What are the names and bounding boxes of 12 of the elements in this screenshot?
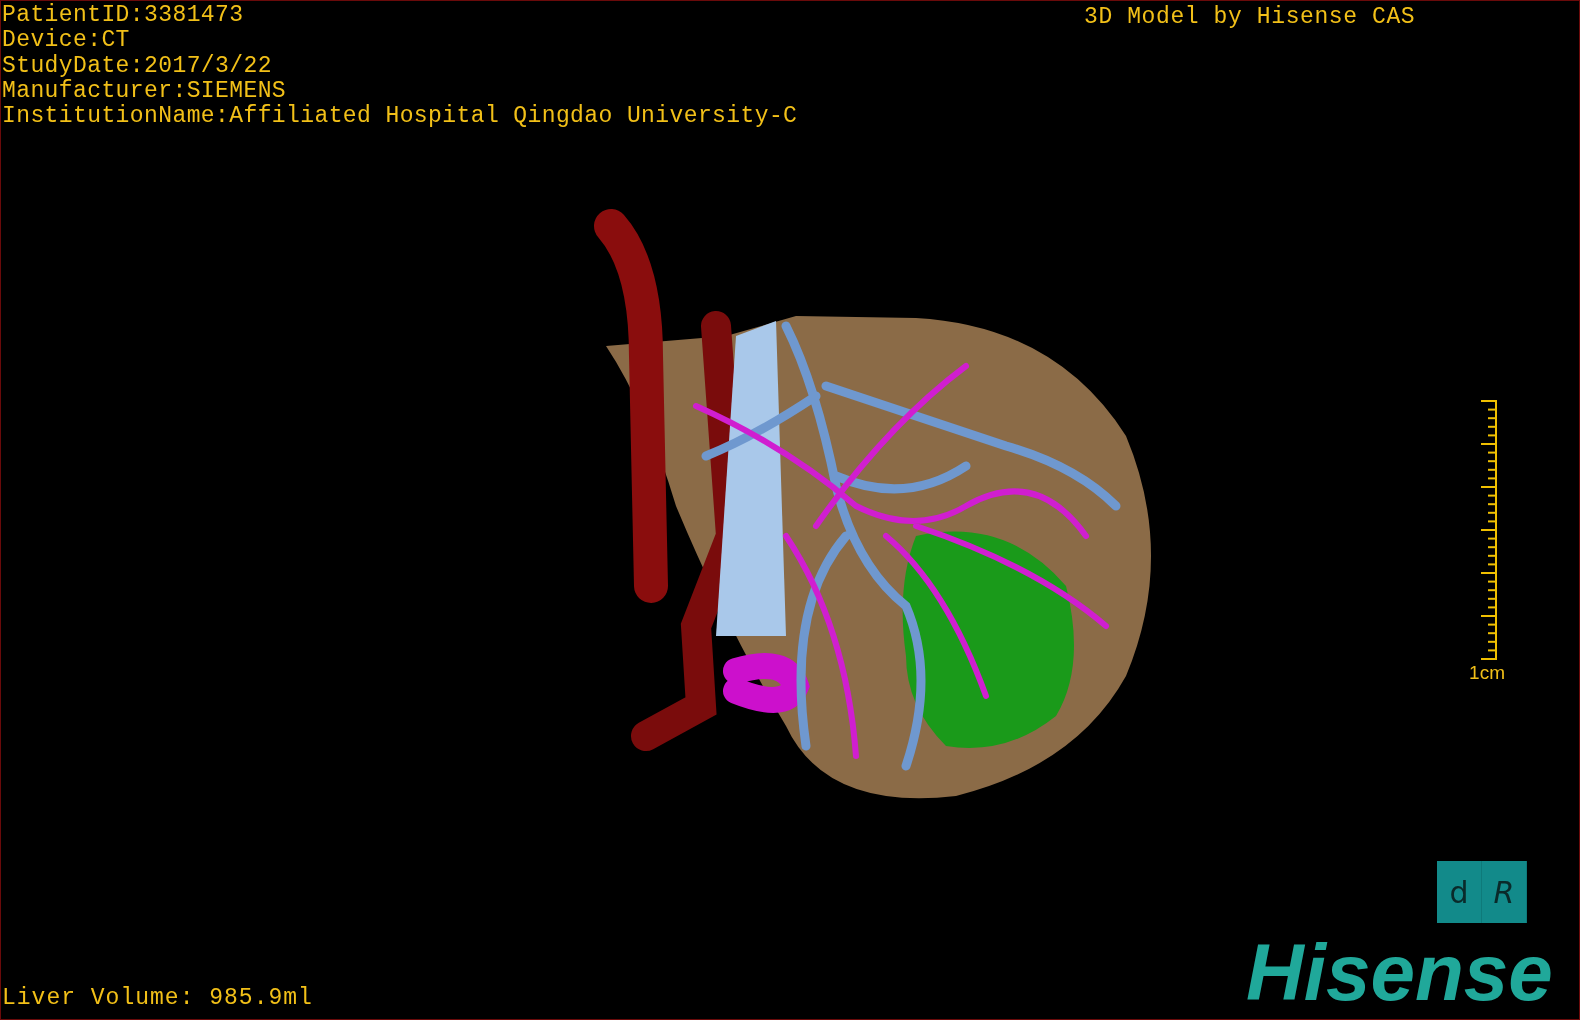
info-text: StudyDate:2017/3/22 [2,53,273,79]
liver-volume-text: Liver Volume: 985.9ml [2,985,313,1011]
info-text: InstitutionName:Affiliated Hospital Qingdao University-C [2,104,798,130]
viewer-title: 3D Model by Hisense CAS [1084,4,1416,30]
cube-face-label: d [1437,861,1482,923]
cube-face-label: R [1482,861,1527,923]
orientation-cube[interactable]: d R [1437,861,1527,923]
scale-label: 1cm [1469,662,1505,684]
info-text: PatientID:3381473 [2,3,245,28]
logo: Hisense [1246,933,1553,1013]
info-text: Manufacturer:SIEMENS [2,78,288,104]
info-text: Device:CT [2,28,131,54]
